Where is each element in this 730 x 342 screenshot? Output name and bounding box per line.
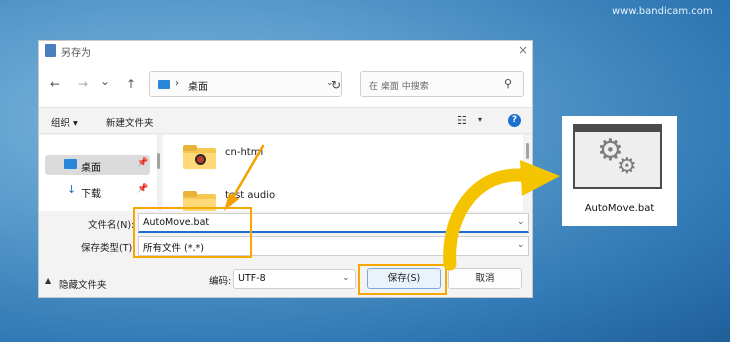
- sidebar-item-desktop[interactable]: 桌面 📌: [45, 155, 150, 175]
- close-button[interactable]: ×: [514, 41, 532, 59]
- navigation-scrollbar[interactable]: [157, 135, 161, 211]
- pin-icon: 📌: [137, 158, 149, 168]
- search-icon: ⚲: [504, 77, 513, 90]
- notepad-icon: [45, 44, 56, 57]
- media-badge-icon: [195, 154, 206, 165]
- breadcrumb-separator: ›: [175, 78, 179, 89]
- file-list-scrollbar-thumb[interactable]: [526, 143, 529, 159]
- result-file-name: AutoMove.bat: [584, 203, 655, 214]
- watermark: www.bandicam.com: [612, 6, 713, 17]
- desktop-icon: [64, 159, 77, 169]
- sidebar-item-downloads[interactable]: ↓ 下载 📌: [45, 181, 150, 201]
- folder-icon: [183, 145, 216, 169]
- up-button[interactable]: ↑: [123, 76, 139, 92]
- address-bar[interactable]: › 桌面 ⌄: [149, 71, 342, 97]
- encoding-select[interactable]: UTF-8 ⌄: [233, 269, 356, 289]
- list-item[interactable]: cn-html: [163, 141, 363, 171]
- save-form: 文件名(N): AutoMove.bat ⌄ 保存类型(T): 所有文件 (*.…: [39, 211, 532, 269]
- filename-history-chevron-icon[interactable]: ⌄: [517, 217, 525, 227]
- title-bar: 另存为 ×: [39, 41, 532, 59]
- search-input[interactable]: 在 桌面 中搜索 ⚲: [360, 71, 524, 97]
- view-options-icon[interactable]: ☷: [457, 114, 467, 127]
- encoding-label: 编码:: [209, 276, 232, 287]
- save-button-highlight: [358, 264, 447, 295]
- file-list: cn-html test audio: [163, 135, 523, 211]
- forward-button[interactable]: →: [75, 76, 91, 92]
- encoding-value: UTF-8: [238, 273, 266, 284]
- result-file-card: ⚙ ⚙ AutoMove.bat: [562, 116, 677, 226]
- filetype-label: 保存类型(T):: [81, 243, 136, 254]
- command-toolbar: 组织 ▾ 新建文件夹 ☷ ▾ ?: [39, 107, 532, 134]
- navigation-bar: ← → ⌄ ↑ › 桌面 ⌄ ↻ 在 桌面 中搜索 ⚲: [39, 59, 532, 107]
- download-icon: ↓: [67, 183, 77, 196]
- breadcrumb-desktop[interactable]: 桌面: [188, 78, 208, 93]
- encoding-chevron-icon: ⌄: [342, 273, 350, 283]
- filename-label: 文件名(N):: [88, 220, 135, 231]
- desktop-icon: [158, 80, 170, 89]
- navigation-pane: 桌面 📌 ↓ 下载 📌: [39, 135, 157, 211]
- refresh-button[interactable]: ↻: [328, 77, 344, 93]
- sidebar-item-label: 下载: [81, 189, 101, 200]
- dialog-title: 另存为: [61, 48, 91, 59]
- file-name: cn-html: [225, 147, 264, 158]
- search-placeholder: 在 桌面 中搜索: [369, 82, 429, 92]
- new-folder-button[interactable]: 新建文件夹: [106, 115, 154, 129]
- collapse-caret-icon[interactable]: ▲: [45, 276, 51, 285]
- hide-folders-toggle[interactable]: 隐藏文件夹: [59, 277, 107, 291]
- pin-icon: 📌: [137, 184, 149, 194]
- back-button[interactable]: ←: [47, 76, 63, 92]
- batch-file-gears-icon: ⚙ ⚙: [573, 124, 662, 189]
- view-dropdown-caret-icon[interactable]: ▾: [478, 115, 482, 124]
- recent-locations-dropdown[interactable]: ⌄: [97, 73, 113, 89]
- help-icon[interactable]: ?: [508, 114, 521, 127]
- filetype-chevron-icon: ⌄: [517, 240, 525, 250]
- dialog-footer: ▲ 隐藏文件夹 编码: UTF-8 ⌄ 保存(S) 取消: [39, 267, 532, 297]
- organize-menu[interactable]: 组织 ▾: [51, 115, 78, 129]
- sidebar-item-label: 桌面: [81, 163, 101, 174]
- save-as-dialog: 另存为 × ← → ⌄ ↑ › 桌面 ⌄ ↻ 在 桌面 中搜索 ⚲ 组织 ▾ 新…: [38, 40, 533, 298]
- file-name: test audio: [225, 190, 276, 201]
- filename-filetype-highlight: [133, 207, 252, 258]
- navigation-scrollbar-thumb[interactable]: [157, 153, 160, 169]
- gear-icon: ⚙: [617, 154, 637, 179]
- cancel-button[interactable]: 取消: [448, 268, 522, 289]
